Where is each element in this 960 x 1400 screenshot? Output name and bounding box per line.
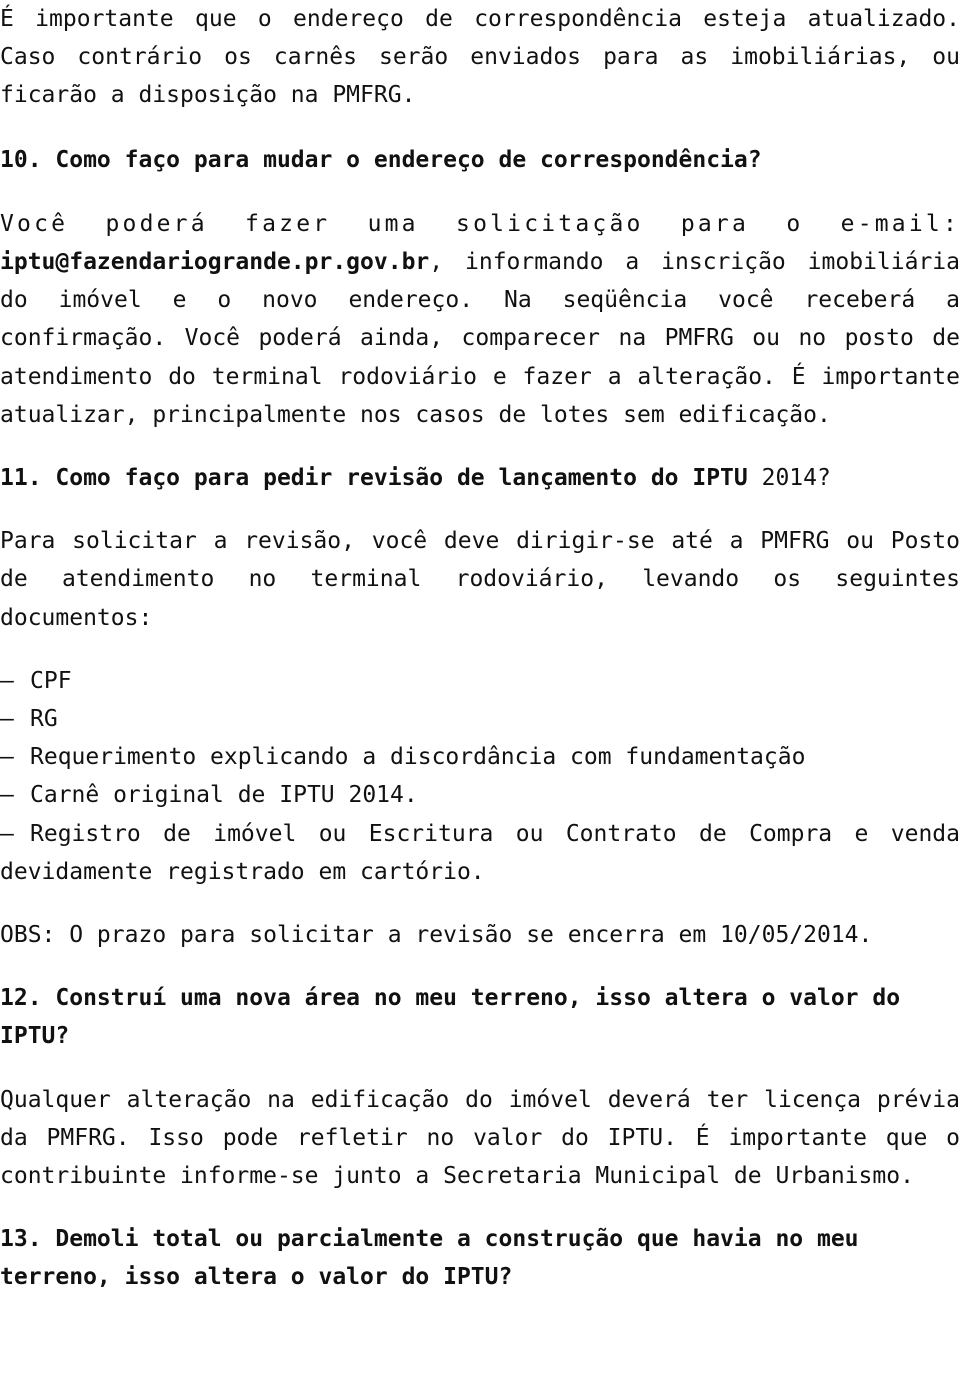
faq-answer-10: Você poderá fazer uma solicitação para o… — [0, 205, 960, 434]
list-item-text: Registro de imóvel ou Escritura ou Contr… — [0, 820, 960, 885]
faq-answer-11: Para solicitar a revisão, você deve diri… — [0, 528, 960, 631]
list-item: – Requerimento explicando a discordância … — [0, 738, 960, 776]
dash-bullet: – — [0, 706, 14, 733]
dash-bullet: – — [0, 782, 14, 809]
list-item: – RG — [0, 700, 960, 738]
faq-question-10: 10. Como faço para mudar o endereço de c… — [0, 146, 762, 173]
faq-answer-12: Qualquer alteração na edificação do imóv… — [0, 1086, 960, 1190]
list-item-text: RG — [30, 706, 58, 733]
email-link[interactable]: iptu@fazendariogrande.pr.gov.br — [0, 249, 429, 275]
list-item-text: Carnê original de IPTU 2014. — [30, 782, 418, 809]
intro-paragraph: É importante que o endereço de correspon… — [0, 6, 960, 109]
dash-bullet: – — [0, 820, 14, 847]
obs-note: OBS: O prazo para solicitar a revisão se… — [0, 922, 873, 949]
faq-question-13: 13. Demoli total ou parcialmente a const… — [0, 1226, 859, 1291]
list-item-text: CPF — [30, 667, 72, 694]
question-11-year: 2014? — [747, 465, 831, 492]
list-item-text: Requerimento explicando a discordância c… — [30, 744, 806, 771]
dash-bullet: – — [0, 667, 14, 694]
faq-question-11: 11. Como faço para pedir revisão de lanç… — [0, 459, 960, 497]
answer-10-body: , informando a inscrição imobiliária do … — [0, 249, 960, 428]
answer-10-lead: Você poderá fazer uma solicitação para o… — [0, 210, 960, 237]
list-item: – Carnê original de IPTU 2014. — [0, 776, 960, 814]
document-page: É importante que o endereço de correspon… — [0, 0, 960, 1297]
question-11-bold: 11. Como faço para pedir revisão de lanç… — [0, 465, 748, 492]
dash-bullet: – — [0, 744, 14, 771]
faq-question-12: 12. Construí uma nova área no meu terren… — [0, 985, 901, 1050]
list-item: – Registro de imóvel ou Escritura ou Cont… — [0, 815, 960, 891]
documents-list: – CPF – RG – Requerimento explicando a disc… — [0, 662, 960, 891]
list-item: – CPF — [0, 662, 960, 700]
